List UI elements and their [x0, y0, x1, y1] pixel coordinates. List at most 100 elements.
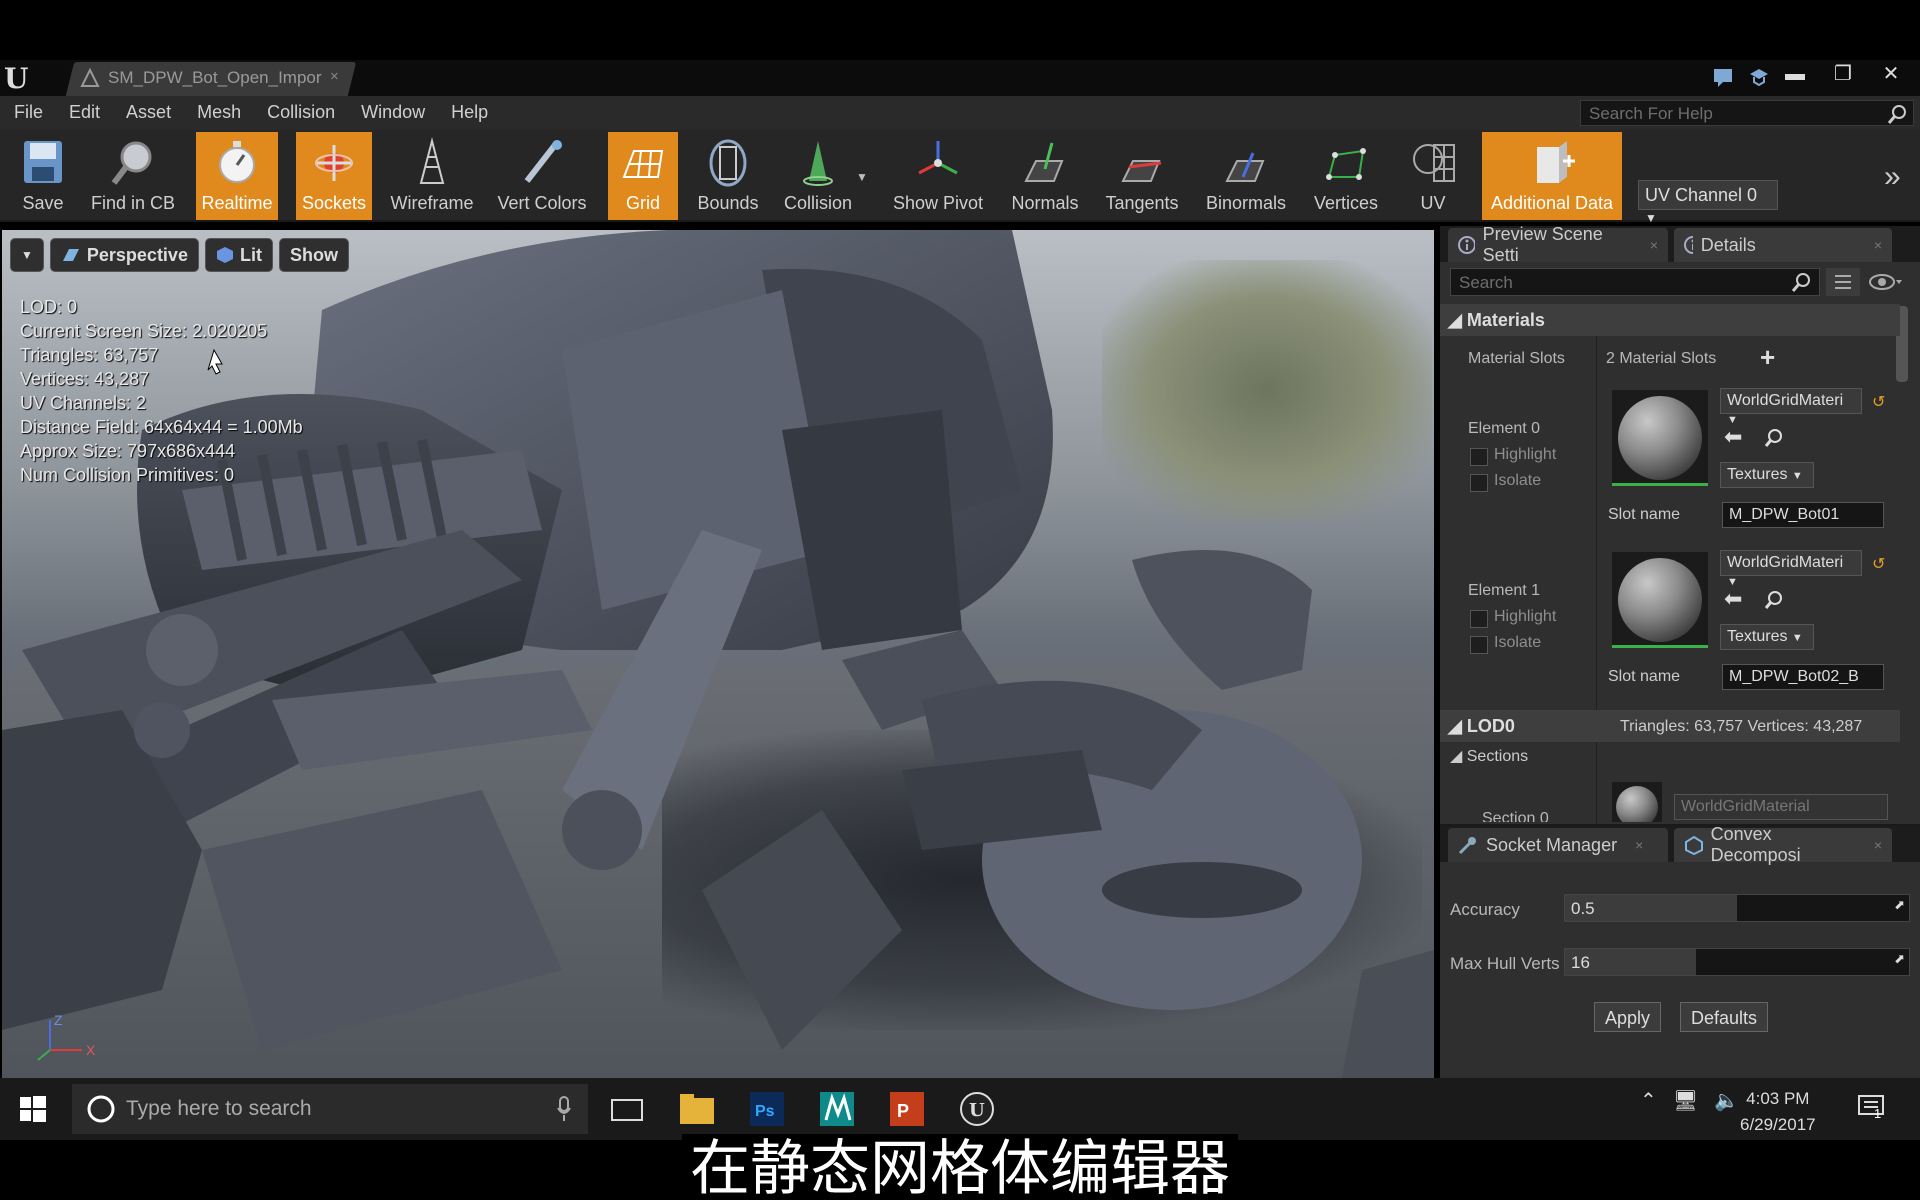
realtime-button[interactable]: Realtime	[196, 132, 278, 220]
menu-collision[interactable]: Collision	[267, 102, 335, 123]
close-tab-icon[interactable]: ×	[1874, 837, 1882, 853]
close-tab-icon[interactable]: ×	[1874, 237, 1882, 253]
feedback-icon[interactable]	[1712, 66, 1734, 88]
bounds-button[interactable]: Bounds	[692, 132, 764, 220]
svg-text:U: U	[969, 1100, 985, 1121]
vertices-button[interactable]: Vertices	[1306, 132, 1386, 220]
element-1-material-dropdown[interactable]: WorldGridMateri ▼	[1720, 550, 1862, 588]
wireframe-icon	[419, 137, 445, 184]
axis-gizmo: Z X	[22, 990, 102, 1070]
show-pivot-button[interactable]: Show Pivot	[886, 132, 990, 220]
normals-button[interactable]: Normals	[1004, 132, 1086, 220]
additional-data-button[interactable]: Additional Data	[1482, 132, 1622, 220]
section-0-material-dropdown[interactable]: WorldGridMaterial	[1674, 794, 1888, 820]
network-icon[interactable]: 🖥	[1673, 1088, 1698, 1113]
browse-asset-icon[interactable]	[1764, 428, 1784, 448]
close-window-icon[interactable]: ✕	[1876, 62, 1906, 86]
stat-lod: LOD: 0	[20, 297, 78, 317]
volume-icon[interactable]: 🔈	[1714, 1088, 1739, 1113]
element-1-textures-dropdown[interactable]: Textures ▼	[1720, 624, 1814, 650]
section-0-material-thumbnail[interactable]	[1612, 782, 1662, 822]
element-0-material-thumbnail[interactable]	[1612, 390, 1708, 486]
view-options-icon[interactable]	[1826, 268, 1860, 296]
find-in-cb-button[interactable]: Find in CB	[88, 132, 178, 220]
defaults-button[interactable]: Defaults	[1680, 1002, 1769, 1032]
maximize-icon[interactable]: ❐	[1828, 62, 1858, 86]
lod0-info: Triangles: 63,757 Vertices: 43,287	[1620, 718, 1863, 735]
menu-window[interactable]: Window	[361, 102, 425, 123]
menu-asset[interactable]: Asset	[126, 102, 171, 123]
viewport-options-dropdown[interactable]: ▼	[10, 238, 44, 272]
search-icon	[1887, 105, 1906, 124]
accuracy-slider[interactable]: 0.5 ⬈	[1564, 894, 1910, 922]
tab-details[interactable]: Details ×	[1674, 228, 1892, 262]
close-tab-icon[interactable]: ×	[1650, 237, 1658, 253]
max-hull-verts-slider[interactable]: 16 ⬈	[1564, 948, 1910, 976]
collision-dropdown-icon[interactable]: ▼	[856, 170, 868, 184]
section-0-label: Section 0	[1482, 810, 1549, 822]
element-1-material-thumbnail[interactable]	[1612, 552, 1708, 648]
binormals-button[interactable]: Binormals	[1198, 132, 1294, 220]
minimize-icon[interactable]: ▬	[1780, 62, 1810, 86]
vert-colors-button[interactable]: Vert Colors	[492, 132, 592, 220]
tab-preview-scene-settings[interactable]: Preview Scene Setti ×	[1448, 224, 1668, 265]
expand-icon[interactable]: ⬈	[1894, 951, 1905, 967]
mesh-viewport[interactable]: ▼ Perspective Lit Show LOD: 0 Current Sc…	[2, 230, 1434, 1078]
wireframe-button[interactable]: Wireframe	[386, 132, 478, 220]
details-search-input[interactable]: Search	[1450, 268, 1820, 296]
realtime-icon	[219, 141, 255, 183]
menu-mesh[interactable]: Mesh	[197, 102, 241, 123]
document-tab-close-icon[interactable]: ×	[330, 68, 339, 85]
viewport-stats: LOD: 0 Current Screen Size: 2.020205 Tri…	[20, 295, 303, 487]
reset-to-default-icon[interactable]: ↺	[1872, 554, 1885, 574]
reset-to-default-icon[interactable]: ↺	[1872, 392, 1885, 412]
element-0-isolate-checkbox[interactable]	[1470, 474, 1488, 492]
static-mesh-icon	[80, 68, 100, 87]
collision-button[interactable]: Collision	[774, 132, 862, 220]
show-hidden-icons-icon[interactable]: ⌃	[1640, 1088, 1657, 1113]
element-0-slot-name-input[interactable]: M_DPW_Bot01	[1722, 502, 1884, 528]
grid-button[interactable]: Grid	[608, 132, 678, 220]
find-icon	[111, 141, 152, 185]
uv-button[interactable]: UV	[1398, 132, 1468, 220]
add-material-slot-icon[interactable]: +	[1760, 342, 1775, 373]
windows-start-icon[interactable]	[20, 1096, 46, 1122]
use-selected-asset-icon[interactable]: ⬅	[1724, 586, 1742, 612]
element-0-highlight-checkbox[interactable]	[1470, 448, 1488, 466]
eye-icon[interactable]	[1868, 270, 1904, 294]
tab-convex-decomposition[interactable]: Convex Decomposi ×	[1674, 824, 1892, 865]
materials-section-header[interactable]: ◢ Materials	[1440, 304, 1900, 336]
browse-asset-icon[interactable]	[1764, 590, 1784, 610]
element-0-material-dropdown[interactable]: WorldGridMateri ▼	[1720, 388, 1862, 426]
expand-icon[interactable]: ⬈	[1894, 897, 1905, 913]
use-selected-asset-icon[interactable]: ⬅	[1724, 424, 1742, 450]
menu-edit[interactable]: Edit	[69, 102, 100, 123]
element-1-slot-name-input[interactable]: M_DPW_Bot02_B	[1722, 664, 1884, 690]
socket-icon	[1458, 837, 1476, 855]
sockets-button[interactable]: Sockets	[296, 132, 372, 220]
save-button[interactable]: Save	[6, 132, 80, 220]
convex-decomposition-panel: Socket Manager × Convex Decomposi × Accura…	[1440, 824, 1920, 1078]
stat-screen-size: Current Screen Size: 2.020205	[20, 321, 268, 341]
close-tab-icon[interactable]: ×	[1635, 837, 1643, 853]
sections-header[interactable]: ◢ Sections	[1450, 746, 1528, 766]
menu-file[interactable]: File	[14, 102, 43, 123]
help-search-input[interactable]: Search For Help	[1580, 100, 1914, 126]
tangents-icon	[1121, 160, 1162, 182]
element-0-textures-dropdown[interactable]: Textures ▼	[1720, 462, 1814, 488]
menu-help[interactable]: Help	[451, 102, 488, 123]
element-1-label: Element 1	[1468, 582, 1541, 599]
microphone-icon[interactable]	[556, 1096, 572, 1122]
element-1-isolate-checkbox[interactable]	[1470, 636, 1488, 654]
tab-socket-manager[interactable]: Socket Manager ×	[1448, 828, 1668, 862]
perspective-button[interactable]: Perspective	[49, 238, 199, 272]
show-button[interactable]: Show	[278, 238, 349, 272]
lit-button[interactable]: Lit	[204, 238, 273, 272]
tutorial-icon[interactable]	[1748, 66, 1770, 88]
element-1-highlight-checkbox[interactable]	[1470, 610, 1488, 628]
apply-button[interactable]: Apply	[1594, 1002, 1662, 1032]
menu-bar: File Edit Asset Mesh Collision Window He…	[0, 96, 1920, 130]
toolbar-overflow-icon[interactable]: »	[1884, 160, 1901, 194]
tangents-button[interactable]: Tangents	[1098, 132, 1186, 220]
uv-channel-dropdown[interactable]: UV Channel 0 ▼	[1638, 180, 1778, 225]
